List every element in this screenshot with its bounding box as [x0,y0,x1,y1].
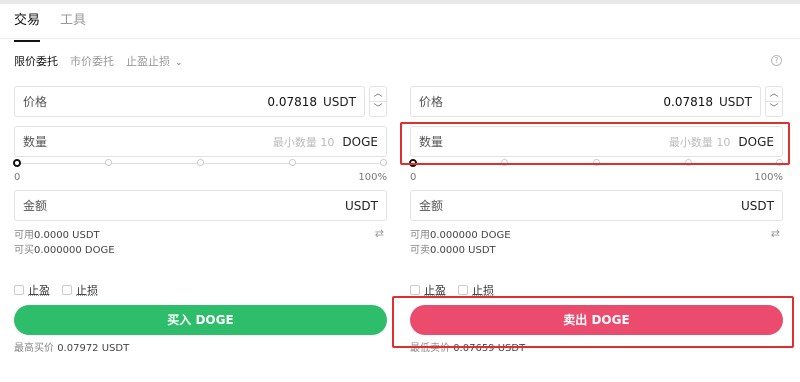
sell-price-value: 0.07818 [663,94,714,109]
sell-stop-loss-checkbox[interactable]: 止损 [458,282,494,298]
sell-price-stepper: ︿ ﹀ [765,86,783,117]
best-bid-info: 最高买价 0.07972 USDT [14,339,129,354]
buy-price-field[interactable]: 价格 0.07818 USDT [14,86,365,117]
buy-price-unit: USDT [323,94,356,109]
best-ask-value: 0.07659 USDT [453,343,526,354]
best-bid-label: 最高买价 [14,343,54,354]
buy-amount-label: 金额 [23,199,48,213]
can-buy-label: 可买 [14,245,34,256]
stop-loss-label: 止损 [472,284,494,297]
buy-panel: 价格 0.07818 USDT ︿ ﹀ 数量 最小数量 10 DOGE 0 10… [13,86,387,366]
swap-icon[interactable]: ⇄ [771,227,780,240]
sell-slider-labels: 0 100% [410,172,783,183]
buy-tpsl-options: 止盈 止损 [14,282,98,298]
best-ask-label: 最低卖价 [410,343,450,354]
can-sell-value: 0.0000 USDT [430,245,496,256]
chevron-up-icon[interactable]: ︿ [370,87,386,102]
slider-node-75[interactable] [289,159,296,166]
tab-trade[interactable]: 交易 [14,12,41,42]
sell-tpsl-options: 止盈 止损 [410,282,494,298]
sell-button[interactable]: 卖出 DOGE [410,305,783,335]
swap-icon[interactable]: ⇄ [375,227,384,240]
can-sell-label: 可卖 [410,245,430,256]
buy-balance-info: 可用0.0000 USDT 可买0.000000 DOGE [14,228,115,258]
available-value: 0.000000 DOGE [430,230,511,241]
sell-quantity-field[interactable]: 数量 最小数量 10 DOGE [410,126,783,157]
stop-loss-label: 止损 [76,284,98,297]
slider-node-50[interactable] [593,159,600,166]
buy-quantity-placeholder: 最小数量 10 [272,135,335,149]
buy-quantity-unit: DOGE [342,134,378,149]
slider-min-label: 0 [14,172,21,183]
sell-amount-slider[interactable] [409,158,783,170]
slider-handle[interactable] [409,159,417,167]
sell-quantity-label: 数量 [419,135,444,149]
buy-price-stepper: ︿ ﹀ [369,86,387,117]
sell-quantity-unit: DOGE [738,134,774,149]
buy-take-profit-checkbox[interactable]: 止盈 [14,282,50,298]
chevron-down-icon[interactable]: ﹀ [370,102,386,116]
buy-quantity-label: 数量 [23,135,48,149]
sell-price-unit: USDT [719,94,752,109]
sell-take-profit-checkbox[interactable]: 止盈 [410,282,446,298]
sell-quantity-placeholder: 最小数量 10 [668,135,731,149]
help-icon[interactable]: ? [771,55,782,66]
slider-node-50[interactable] [197,159,204,166]
best-ask-info: 最低卖价 0.07659 USDT [410,339,525,354]
order-type-selector: 限价委托 市价委托 止盈止损 ⌄ [14,53,183,69]
buy-amount-slider[interactable] [13,158,387,170]
buy-button[interactable]: 买入 DOGE [14,305,387,335]
sell-amount-label: 金额 [419,199,444,213]
slider-node-25[interactable] [105,159,112,166]
checkbox-box [410,285,420,295]
chevron-down-icon[interactable]: ﹀ [766,102,782,116]
order-type-tpsl[interactable]: 止盈止损 ⌄ [126,53,183,69]
sell-amount-unit: USDT [741,198,774,213]
available-label: 可用 [14,230,34,241]
slider-node-75[interactable] [685,159,692,166]
slider-max-label: 100% [754,172,783,183]
best-bid-value: 0.07972 USDT [57,343,130,354]
slider-handle[interactable] [13,159,21,167]
sell-balance-info: 可用0.000000 DOGE 可卖0.0000 USDT [410,228,511,258]
take-profit-label: 止盈 [424,284,446,297]
order-type-tpsl-label: 止盈止损 [126,55,170,68]
take-profit-label: 止盈 [28,284,50,297]
buy-stop-loss-checkbox[interactable]: 止损 [62,282,98,298]
slider-max-label: 100% [358,172,387,183]
tabs-divider [0,38,800,39]
sell-price-label: 价格 [419,95,444,109]
tab-tools[interactable]: 工具 [60,12,86,36]
top-edge [0,0,800,4]
buy-price-value: 0.07818 [267,94,318,109]
slider-node-100[interactable] [776,159,783,166]
buy-slider-labels: 0 100% [14,172,387,183]
order-type-limit[interactable]: 限价委托 [14,53,58,69]
sell-amount-field[interactable]: 金额 USDT [410,190,783,221]
slider-node-25[interactable] [501,159,508,166]
order-type-market[interactable]: 市价委托 [70,53,114,69]
main-tabs: 交易 工具 [14,12,86,42]
sell-price-field[interactable]: 价格 0.07818 USDT [410,86,761,117]
available-value: 0.0000 USDT [34,230,100,241]
sell-panel: 价格 0.07818 USDT ︿ ﹀ 数量 最小数量 10 DOGE 0 10… [409,86,783,366]
available-label: 可用 [410,230,430,241]
slider-min-label: 0 [410,172,417,183]
buy-quantity-field[interactable]: 数量 最小数量 10 DOGE [14,126,387,157]
checkbox-box [62,285,72,295]
can-buy-value: 0.000000 DOGE [34,245,115,256]
buy-amount-unit: USDT [345,198,378,213]
chevron-down-icon: ⌄ [175,58,183,68]
buy-amount-field[interactable]: 金额 USDT [14,190,387,221]
buy-price-label: 价格 [23,95,48,109]
chevron-up-icon[interactable]: ︿ [766,87,782,102]
checkbox-box [14,285,24,295]
checkbox-box [458,285,468,295]
slider-node-100[interactable] [380,159,387,166]
